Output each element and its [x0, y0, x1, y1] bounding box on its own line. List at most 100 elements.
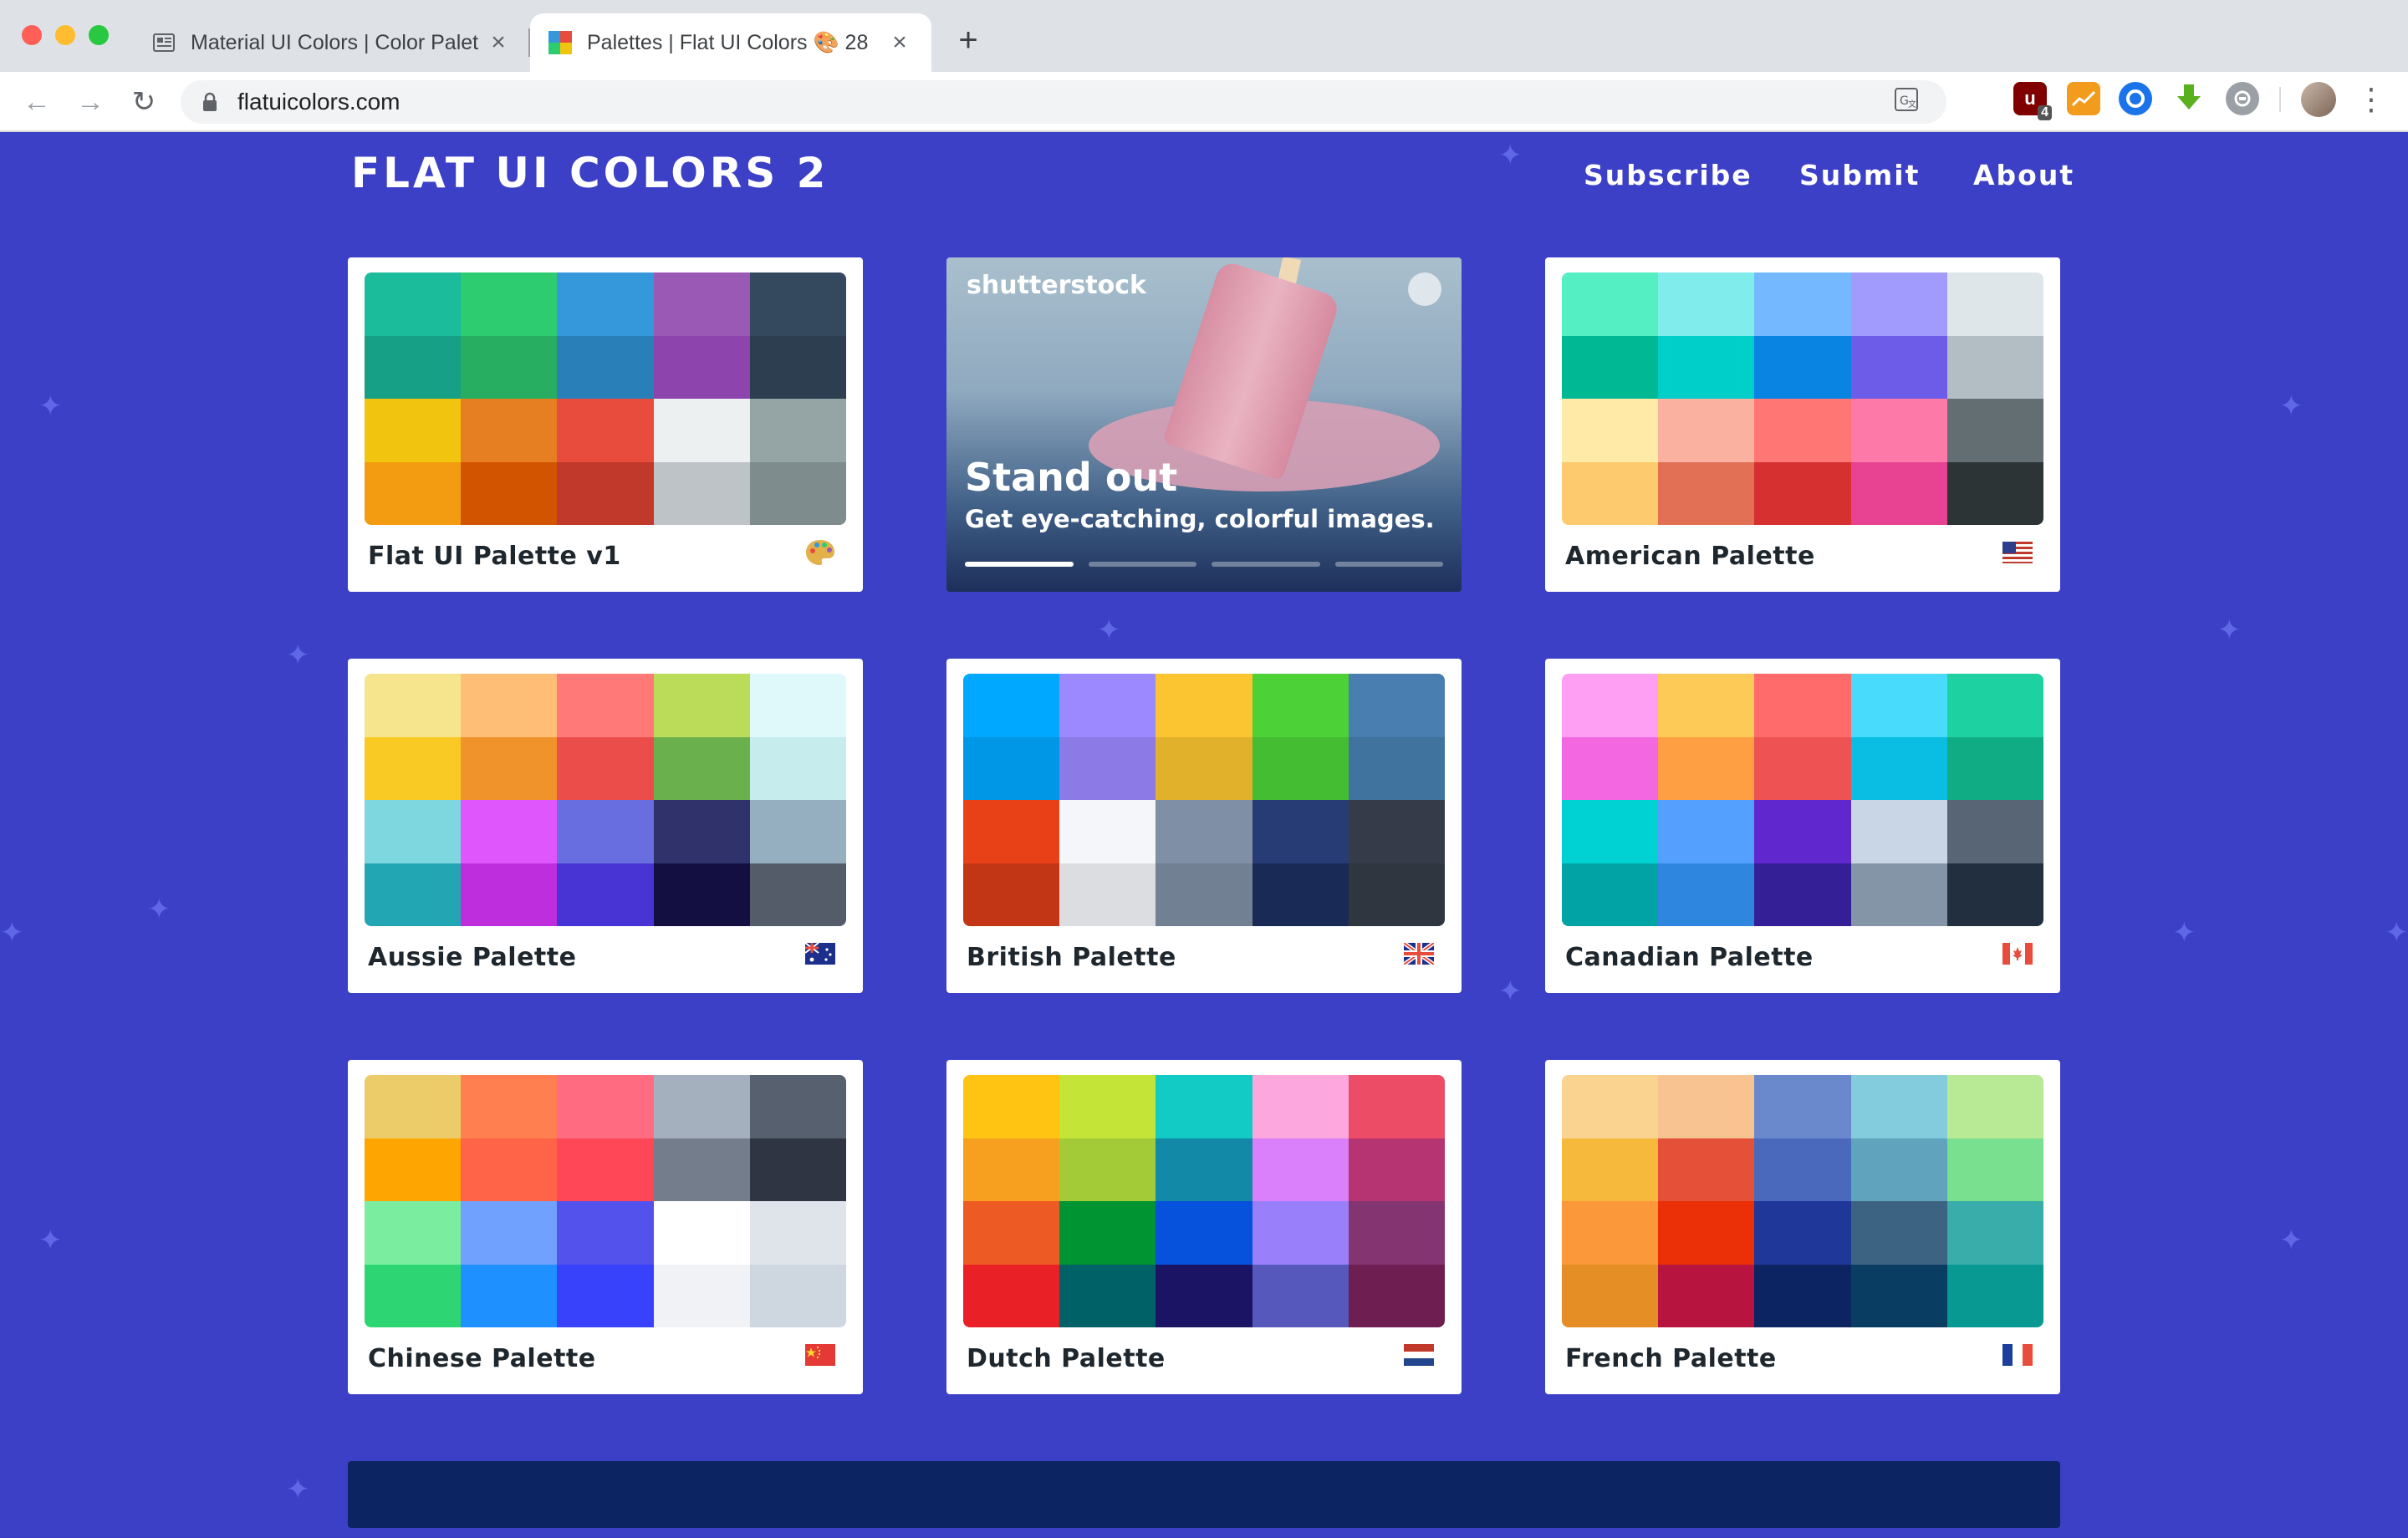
color-swatch[interactable]	[461, 1075, 558, 1138]
reload-icon[interactable]: ↻	[124, 82, 164, 122]
color-swatch[interactable]	[461, 272, 558, 336]
color-swatch[interactable]	[749, 335, 846, 399]
color-swatch[interactable]	[1658, 461, 1755, 525]
color-swatch[interactable]	[1348, 1201, 1445, 1265]
chart-extension-icon[interactable]	[2067, 82, 2100, 115]
color-swatch[interactable]	[365, 800, 462, 863]
color-swatch[interactable]	[557, 272, 654, 336]
color-swatch[interactable]	[1946, 863, 2043, 926]
color-swatch[interactable]	[1562, 736, 1659, 800]
ad-slide-indicator[interactable]	[1334, 562, 1443, 567]
palette-card[interactable]: Chinese Palette	[348, 1060, 863, 1394]
color-swatch[interactable]	[653, 800, 750, 863]
color-swatch[interactable]	[1348, 1138, 1445, 1201]
nav-submit-link[interactable]: Submit	[1799, 159, 1920, 191]
color-swatch[interactable]	[1562, 1201, 1659, 1265]
download-arrow-icon[interactable]	[2172, 82, 2206, 115]
color-swatch[interactable]	[1946, 736, 2043, 800]
minimize-window-button[interactable]	[55, 25, 75, 45]
color-swatch[interactable]	[1946, 1264, 2043, 1327]
color-swatch[interactable]	[963, 1201, 1060, 1265]
color-swatch[interactable]	[1252, 1138, 1349, 1201]
color-swatch[interactable]	[1156, 1138, 1252, 1201]
palette-card[interactable]: American Palette	[1545, 257, 2060, 592]
color-swatch[interactable]	[1946, 461, 2043, 525]
color-swatch[interactable]	[1156, 1264, 1252, 1327]
color-swatch[interactable]	[557, 1075, 654, 1138]
color-swatch[interactable]	[1562, 461, 1659, 525]
tab-close-icon[interactable]: ×	[886, 28, 913, 57]
color-swatch[interactable]	[1850, 736, 1947, 800]
color-swatch[interactable]	[653, 461, 750, 525]
color-swatch[interactable]	[1059, 1264, 1156, 1327]
color-swatch[interactable]	[1850, 863, 1947, 926]
color-swatch[interactable]	[461, 736, 558, 800]
color-swatch[interactable]	[461, 1264, 558, 1327]
color-swatch[interactable]	[1156, 674, 1252, 737]
color-swatch[interactable]	[1754, 461, 1851, 525]
color-swatch[interactable]	[365, 399, 462, 462]
color-swatch[interactable]	[749, 674, 846, 737]
color-swatch[interactable]	[1252, 800, 1349, 863]
color-swatch[interactable]	[1348, 1264, 1445, 1327]
forward-arrow-icon[interactable]: →	[70, 82, 110, 122]
back-arrow-icon[interactable]: ←	[17, 82, 57, 122]
color-swatch[interactable]	[1658, 863, 1755, 926]
blue-circle-extension-icon[interactable]	[2119, 82, 2152, 115]
color-swatch[interactable]	[1059, 736, 1156, 800]
color-swatch[interactable]	[1252, 1201, 1349, 1265]
color-swatch[interactable]	[1754, 272, 1851, 336]
color-swatch[interactable]	[461, 1201, 558, 1265]
color-swatch[interactable]	[1850, 800, 1947, 863]
color-swatch[interactable]	[1658, 800, 1755, 863]
color-swatch[interactable]	[1754, 800, 1851, 863]
color-swatch[interactable]	[557, 1138, 654, 1201]
color-swatch[interactable]	[1562, 399, 1659, 462]
new-tab-button[interactable]: +	[951, 17, 985, 64]
nav-subscribe-link[interactable]: Subscribe	[1584, 159, 1752, 191]
color-swatch[interactable]	[1946, 1138, 2043, 1201]
translate-icon[interactable]: G文	[1891, 87, 1921, 117]
color-swatch[interactable]	[1850, 399, 1947, 462]
color-swatch[interactable]	[1562, 272, 1659, 336]
palette-card[interactable]: British Palette	[946, 659, 1462, 993]
ublock-icon[interactable]: u4	[2013, 82, 2052, 120]
grey-circle-extension-icon[interactable]	[2226, 82, 2259, 115]
color-swatch[interactable]	[749, 736, 846, 800]
color-swatch[interactable]	[749, 863, 846, 926]
color-swatch[interactable]	[1252, 863, 1349, 926]
color-swatch[interactable]	[1252, 736, 1349, 800]
color-swatch[interactable]	[653, 272, 750, 336]
color-swatch[interactable]	[461, 335, 558, 399]
color-swatch[interactable]	[1658, 1138, 1755, 1201]
color-swatch[interactable]	[749, 1201, 846, 1265]
color-swatch[interactable]	[1850, 1201, 1947, 1265]
color-swatch[interactable]	[1348, 800, 1445, 863]
color-swatch[interactable]	[1850, 1264, 1947, 1327]
color-swatch[interactable]	[749, 399, 846, 462]
color-swatch[interactable]	[653, 335, 750, 399]
color-swatch[interactable]	[1658, 674, 1755, 737]
tab-material-ui-colors[interactable]: Material UI Colors | Color Palet ×	[134, 13, 530, 72]
color-swatch[interactable]	[963, 674, 1060, 737]
color-swatch[interactable]	[653, 1138, 750, 1201]
palette-card[interactable]: Flat UI Palette v1	[348, 257, 863, 592]
palette-card[interactable]: French Palette	[1545, 1060, 2060, 1394]
color-swatch[interactable]	[365, 1075, 462, 1138]
color-swatch[interactable]	[557, 335, 654, 399]
tab-close-icon[interactable]: ×	[485, 28, 512, 57]
color-swatch[interactable]	[365, 674, 462, 737]
color-swatch[interactable]	[653, 1264, 750, 1327]
color-swatch[interactable]	[461, 863, 558, 926]
color-swatch[interactable]	[1850, 674, 1947, 737]
color-swatch[interactable]	[365, 1264, 462, 1327]
color-swatch[interactable]	[1059, 1075, 1156, 1138]
color-swatch[interactable]	[1562, 335, 1659, 399]
color-swatch[interactable]	[1252, 674, 1349, 737]
color-swatch[interactable]	[1658, 399, 1755, 462]
color-swatch[interactable]	[365, 736, 462, 800]
color-swatch[interactable]	[1754, 1138, 1851, 1201]
color-swatch[interactable]	[1059, 800, 1156, 863]
color-swatch[interactable]	[365, 272, 462, 336]
color-swatch[interactable]	[653, 863, 750, 926]
